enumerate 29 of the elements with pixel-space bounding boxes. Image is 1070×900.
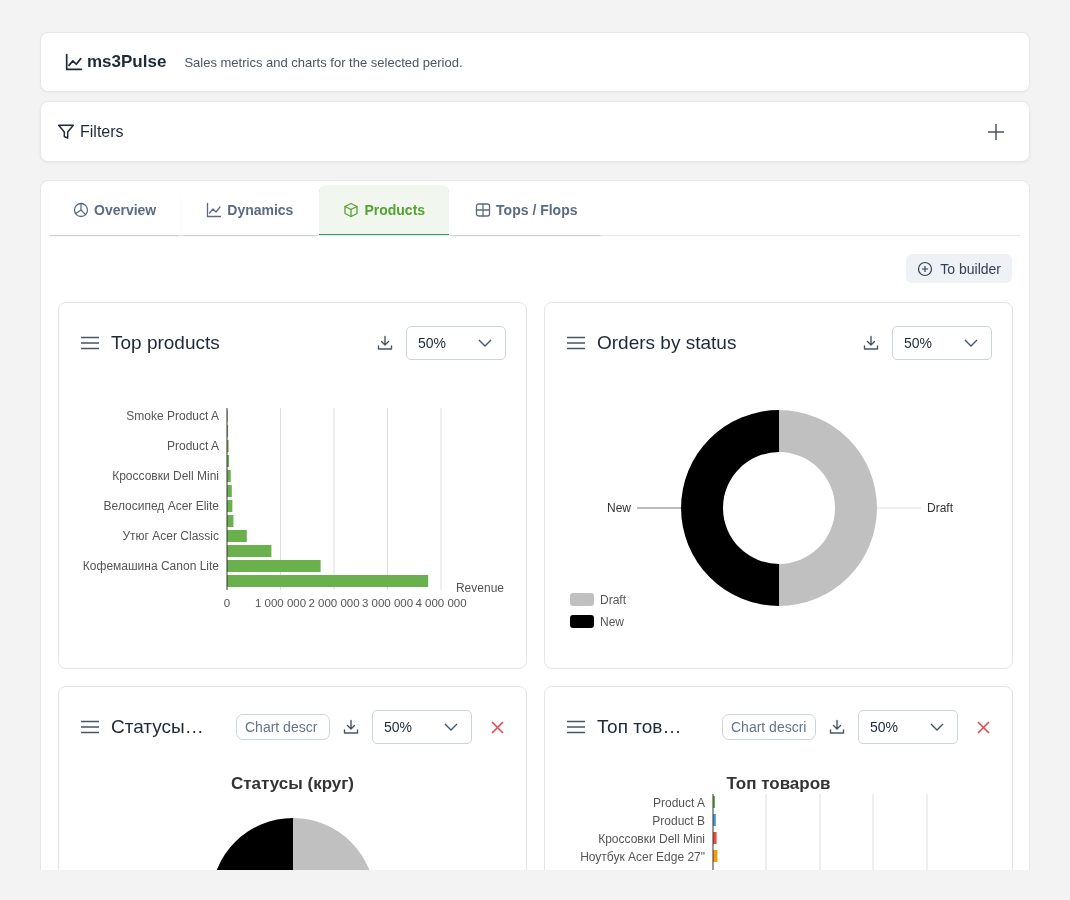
slice-label: New [607,501,631,515]
category-label: Product A [166,439,219,453]
chart-card-title: Топ тов… [597,716,682,738]
legend-label: Draft [600,593,626,607]
axis-title: Revenue [455,581,504,595]
category-label: Кроссовки Dell Mini [597,832,705,846]
category-label: Ноутбук Acer Edge 27" [579,850,705,864]
chart-title: Статусы (круг) [230,774,355,794]
category-label: Утюг Acer Classic [122,529,219,543]
filters-title: Filters [80,122,124,141]
axis-tick-label: 2 000 000 [308,597,360,609]
app-name: ms3Pulse [87,52,167,72]
axis-tick-label: 3 000 000 [361,597,414,609]
legend-label: New [600,615,624,629]
category-label: Smoke Product A [126,409,219,423]
chart-card-title: Orders by status [597,332,737,354]
axis-tick-label: 0 [223,597,231,609]
chart-title: Топ товаров [726,774,831,794]
slice-label: Draft [927,501,953,515]
axis-tick-label: 1 000 000 [254,597,307,609]
category-label: Велосипед Acer Elite [103,499,219,513]
axis-tick-label: 4 000 000 [415,597,467,609]
chart-card-title: Статусы… [111,716,204,738]
category-label: Product B [651,814,705,828]
chart-card-title: Top products [111,332,220,354]
page-subtitle: Sales metrics and charts for the selected period. [184,54,463,70]
category-label: Кофемашина Canon Lite [82,559,219,573]
category-label: Кроссовки Dell Mini [112,469,219,483]
category-label: Product A [652,796,705,810]
